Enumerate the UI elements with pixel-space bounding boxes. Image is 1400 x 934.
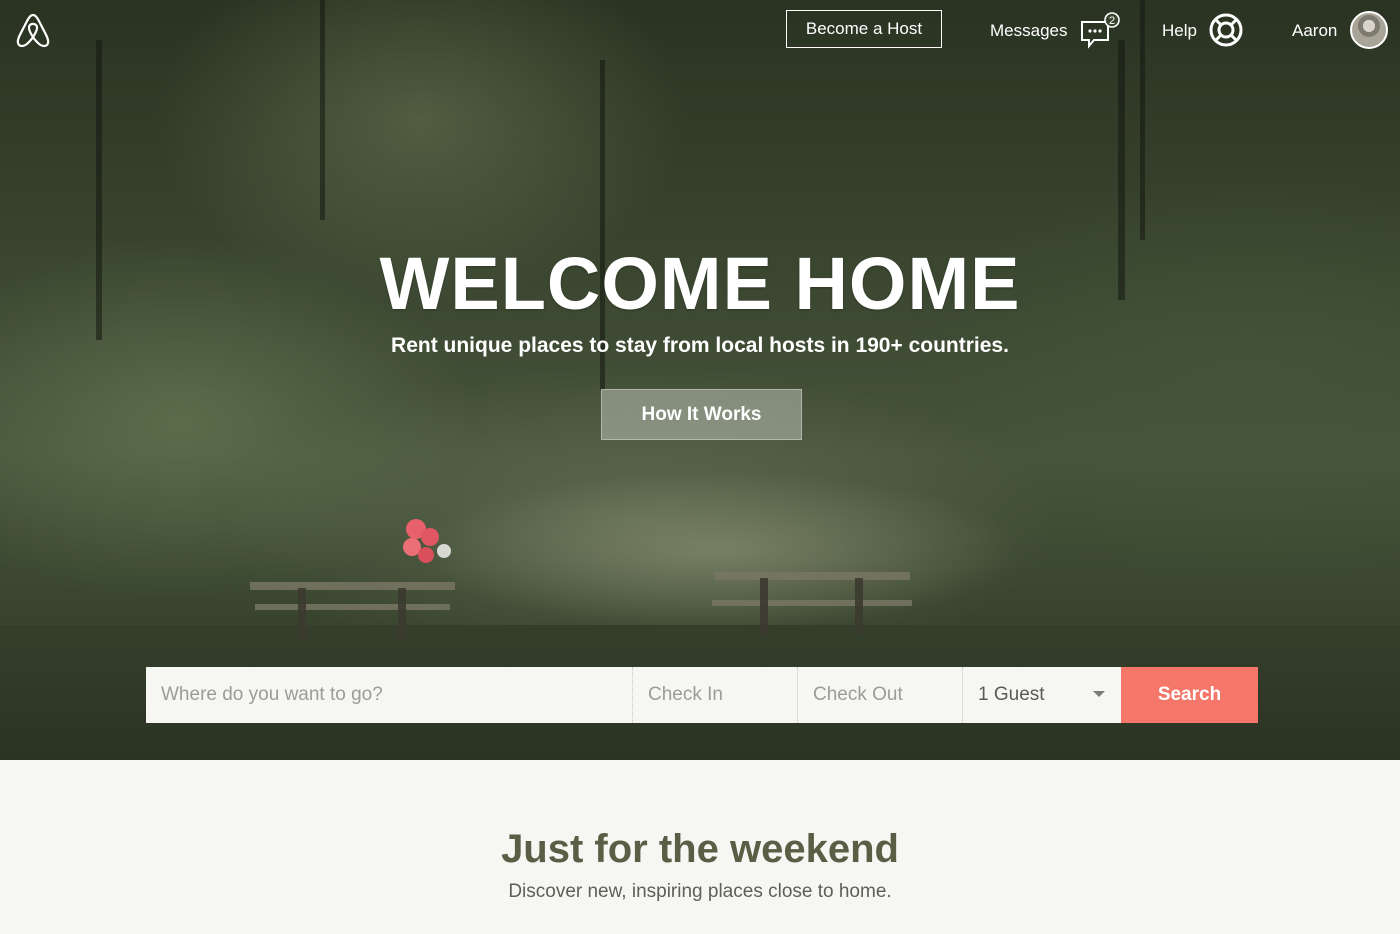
tree-trunk	[320, 0, 325, 220]
check-in-input[interactable]: Check In	[633, 667, 798, 723]
hero-title: WELCOME HOME	[379, 242, 1021, 325]
hero-section: Become a Host Messages 2 Help Aaron WELC…	[0, 0, 1400, 760]
search-bar: Where do you want to go? Check In Check …	[146, 667, 1258, 723]
user-avatar[interactable]	[1350, 11, 1388, 49]
user-menu-name[interactable]: Aaron	[1292, 20, 1337, 42]
how-it-works-button[interactable]: How It Works	[601, 389, 802, 440]
messages-count-badge: 2	[1109, 15, 1115, 27]
featured-title: Just for the weekend	[501, 827, 899, 871]
tree-trunk	[1140, 0, 1145, 240]
chat-bubble-icon[interactable]: 2	[1078, 12, 1124, 50]
picnic-table-bench	[255, 604, 450, 610]
guests-select[interactable]: 1 Guest	[963, 667, 1121, 723]
hero-clearing	[420, 470, 1020, 630]
chevron-down-icon	[1093, 691, 1105, 697]
picnic-table-leg	[298, 588, 306, 640]
messages-link[interactable]: Messages	[990, 20, 1067, 42]
picnic-table-leg	[760, 578, 768, 634]
featured-section: Just for the weekend Discover new, inspi…	[0, 760, 1400, 934]
featured-subtitle: Discover new, inspiring places close to …	[508, 881, 892, 902]
destination-input[interactable]: Where do you want to go?	[146, 667, 633, 723]
lifebuoy-icon[interactable]	[1208, 12, 1244, 48]
check-out-input[interactable]: Check Out	[798, 667, 963, 723]
picnic-table-leg	[855, 578, 863, 634]
picnic-table-leg	[398, 588, 406, 640]
picnic-table-top	[250, 582, 455, 590]
picnic-table-top	[715, 572, 910, 580]
search-button[interactable]: Search	[1121, 667, 1258, 723]
help-link[interactable]: Help	[1162, 20, 1197, 42]
picnic-table-bench	[712, 600, 912, 606]
hero-subtitle: Rent unique places to stay from local ho…	[391, 334, 1009, 357]
become-host-button[interactable]: Become a Host	[786, 10, 942, 48]
balloons	[403, 519, 451, 563]
guests-select-value: 1 Guest	[978, 684, 1045, 705]
airbnb-logo-icon[interactable]	[14, 11, 52, 49]
